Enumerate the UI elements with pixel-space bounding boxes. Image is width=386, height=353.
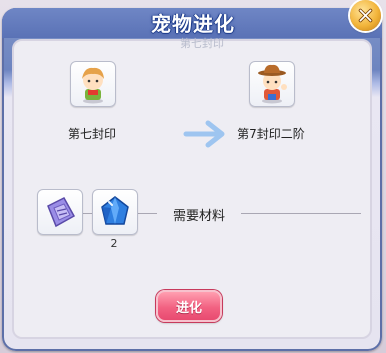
material-slot-2[interactable]	[92, 189, 138, 235]
purple-scroll-icon	[47, 197, 76, 228]
evolve-to-slot[interactable]	[249, 61, 295, 107]
cowboy-boy-avatar	[258, 64, 287, 104]
materials-heading: 需要材料	[172, 209, 225, 224]
evolve-button[interactable]: 进化	[156, 290, 222, 322]
evolve-from-slot[interactable]	[70, 61, 116, 107]
blonde-boy-avatar	[82, 67, 104, 104]
blue-crystal-icon	[101, 196, 129, 225]
dialog-title: 宠物进化	[151, 12, 235, 36]
divider-right	[241, 213, 361, 214]
close-button[interactable]	[350, 0, 381, 31]
content-panel: 第七封印 第七封印 第7封印二阶 需要材料 2 进化	[12, 37, 372, 339]
evolve-from-label: 第七封印	[67, 127, 116, 141]
hidden-subtitle: 第七封印	[180, 37, 224, 50]
material-slot-1[interactable]	[37, 189, 83, 235]
material-count-2: 2	[110, 237, 118, 250]
close-icon	[358, 8, 373, 23]
evolve-to-label: 第7封印二阶	[237, 127, 305, 141]
